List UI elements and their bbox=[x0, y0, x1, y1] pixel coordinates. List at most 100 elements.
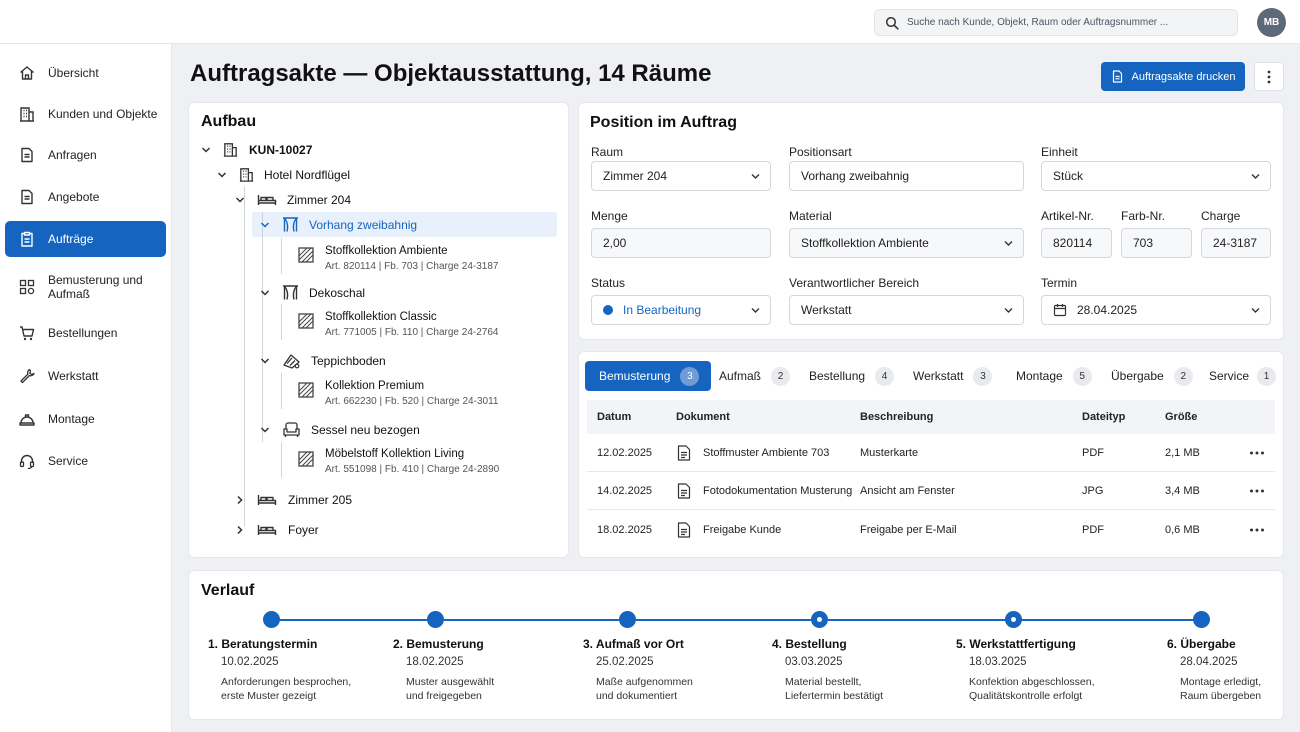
wrench-icon bbox=[20, 368, 35, 384]
chevron-down-icon bbox=[1251, 308, 1260, 313]
material-select[interactable]: Stoffkollektion Ambiente bbox=[789, 228, 1024, 258]
bereich-select[interactable]: Werkstatt bbox=[789, 295, 1024, 325]
more-options-button[interactable] bbox=[1254, 62, 1284, 91]
tree-node-room[interactable]: Zimmer 205 bbox=[235, 491, 352, 508]
chevron-down-icon bbox=[1004, 308, 1013, 313]
bereich-value: Werkstatt bbox=[801, 303, 852, 317]
farb-field[interactable]: 703 bbox=[1121, 228, 1192, 258]
search-box[interactable] bbox=[874, 9, 1238, 36]
sidebar-item-kunden[interactable]: Kunden und Objekte bbox=[5, 96, 166, 132]
cell-beschreibung: Ansicht am Fenster bbox=[860, 485, 955, 497]
status-select[interactable]: In Bearbeitung bbox=[591, 295, 771, 325]
chevron-down-icon[interactable] bbox=[235, 195, 245, 205]
search-input[interactable] bbox=[907, 17, 1227, 28]
tab-bestellung[interactable]: Bestellung 4 bbox=[809, 361, 895, 391]
sidebar-item-bemusterung[interactable]: Bemusterung und Aufmaß bbox=[5, 267, 166, 307]
more-vertical-icon bbox=[1267, 70, 1271, 83]
charge-field[interactable]: 24-3187 bbox=[1201, 228, 1271, 258]
timeline-step-date: 18.02.2025 bbox=[406, 656, 464, 668]
sidebar-item-werkstatt[interactable]: Werkstatt bbox=[5, 358, 166, 394]
tab-count-badge: 3 bbox=[973, 366, 993, 386]
chevron-down-icon[interactable] bbox=[260, 356, 270, 366]
tree-material-name[interactable]: Stoffkollektion Classic bbox=[325, 311, 437, 323]
chevron-down-icon[interactable] bbox=[217, 170, 227, 180]
tree-node-customer[interactable]: KUN-10027 bbox=[201, 141, 312, 158]
bed-icon bbox=[257, 525, 277, 535]
timeline-step-title: 3. Aufmaß vor Ort bbox=[583, 637, 684, 651]
user-avatar[interactable]: MB bbox=[1257, 8, 1286, 37]
col-header-groesse[interactable]: Größe bbox=[1165, 411, 1197, 423]
tree-node-position[interactable]: Vorhang zweibahnig bbox=[260, 216, 417, 233]
raum-select[interactable]: Zimmer 204 bbox=[591, 161, 771, 191]
fabric-swatch-icon bbox=[298, 247, 314, 263]
sidebar-item-anfragen[interactable]: Anfragen bbox=[5, 137, 166, 173]
tab-aufmass[interactable]: Aufmaß 2 bbox=[719, 361, 791, 391]
termin-datepicker[interactable]: 28.04.2025 bbox=[1041, 295, 1271, 325]
sidebar-item-angebote[interactable]: Angebote bbox=[5, 179, 166, 215]
tab-count-badge: 5 bbox=[1072, 366, 1092, 386]
timeline-step-title: 6. Übergabe bbox=[1167, 637, 1236, 651]
col-header-dokument[interactable]: Dokument bbox=[676, 411, 730, 423]
tree-node-position[interactable]: Sessel neu bezogen bbox=[260, 421, 420, 438]
tab-count-badge: 2 bbox=[1173, 366, 1193, 386]
col-header-datum[interactable]: Datum bbox=[597, 411, 631, 423]
tab-montage[interactable]: Montage 5 bbox=[1016, 361, 1092, 391]
cell-groesse: 3,4 MB bbox=[1165, 485, 1200, 497]
tree-position-label: Vorhang zweibahnig bbox=[309, 217, 418, 232]
cart-icon bbox=[20, 326, 35, 341]
chevron-down-icon[interactable] bbox=[260, 425, 270, 435]
document-icon bbox=[21, 147, 33, 163]
tree-material-name[interactable]: Stoffkollektion Ambiente bbox=[325, 245, 448, 257]
chevron-down-icon[interactable] bbox=[260, 220, 270, 230]
cell-dokument[interactable]: Fotodokumentation Musterung bbox=[703, 485, 852, 497]
more-horizontal-icon[interactable] bbox=[1249, 522, 1265, 538]
termin-label: Termin bbox=[1041, 276, 1078, 290]
tree-room-label: Zimmer 204 bbox=[287, 192, 352, 207]
sidebar-item-montage[interactable]: Montage bbox=[5, 401, 166, 437]
chevron-down-icon[interactable] bbox=[201, 145, 211, 155]
sidebar-item-service[interactable]: Service bbox=[5, 443, 166, 479]
search-icon bbox=[885, 16, 899, 30]
more-horizontal-icon[interactable] bbox=[1249, 483, 1265, 499]
more-horizontal-icon[interactable] bbox=[1249, 445, 1265, 461]
positionsart-field[interactable]: Vorhang zweibahnig bbox=[789, 161, 1024, 191]
tree-node-room[interactable]: Zimmer 204 bbox=[235, 191, 351, 208]
timeline-dot bbox=[1193, 611, 1210, 628]
chevron-right-icon[interactable] bbox=[235, 495, 245, 505]
cell-beschreibung: Musterkarte bbox=[860, 447, 919, 459]
col-header-dateityp[interactable]: Dateityp bbox=[1082, 411, 1125, 423]
cell-dokument[interactable]: Stoffmuster Ambiente 703 bbox=[703, 447, 829, 459]
material-value: Stoffkollektion Ambiente bbox=[801, 236, 929, 250]
tree-node-position[interactable]: Teppichboden bbox=[260, 352, 386, 369]
sidebar-item-uebersicht[interactable]: Übersicht bbox=[5, 55, 166, 91]
menge-field[interactable]: 2,00 bbox=[591, 228, 771, 258]
chevron-right-icon[interactable] bbox=[235, 525, 245, 535]
bed-icon bbox=[257, 195, 277, 205]
tree-guide-line bbox=[281, 442, 282, 478]
chevron-down-icon[interactable] bbox=[260, 288, 270, 298]
raum-value: Zimmer 204 bbox=[603, 169, 668, 183]
tree-guide-line bbox=[244, 186, 245, 526]
status-dot bbox=[603, 305, 613, 315]
einheit-select[interactable]: Stück bbox=[1041, 161, 1271, 191]
print-button[interactable]: Auftragsakte drucken bbox=[1101, 62, 1245, 91]
col-header-beschreibung[interactable]: Beschreibung bbox=[860, 411, 933, 423]
tree-material-name[interactable]: Möbelstoff Kollektion Living bbox=[325, 448, 464, 460]
sidebar-item-label: Service bbox=[48, 454, 89, 468]
sidebar-item-auftraege[interactable]: Aufträge bbox=[5, 221, 166, 257]
tree-node-position[interactable]: Dekoschal bbox=[260, 284, 365, 301]
tree-node-object[interactable]: Hotel Nordflügel bbox=[217, 166, 350, 183]
cell-datum: 18.02.2025 bbox=[597, 524, 653, 536]
tab-uebergabe[interactable]: Übergabe 2 bbox=[1111, 361, 1193, 391]
tab-bemusterung[interactable]: Bemusterung 3 bbox=[585, 361, 712, 391]
tree-node-room[interactable]: Foyer bbox=[235, 521, 319, 538]
sidebar-item-label: Angebote bbox=[48, 190, 100, 204]
tab-werkstatt[interactable]: Werkstatt 3 bbox=[913, 361, 993, 391]
sidebar-item-bestellungen[interactable]: Bestellungen bbox=[5, 315, 166, 351]
tree-material-name[interactable]: Kollektion Premium bbox=[325, 380, 424, 392]
tab-service[interactable]: Service 1 bbox=[1209, 361, 1277, 391]
artikel-field[interactable]: 820114 bbox=[1041, 228, 1112, 258]
sidebar: Übersicht Kunden und Objekte Anfragen An… bbox=[0, 44, 172, 732]
timeline-step-date: 10.02.2025 bbox=[221, 656, 279, 668]
cell-dokument[interactable]: Freigabe Kunde bbox=[703, 524, 781, 536]
